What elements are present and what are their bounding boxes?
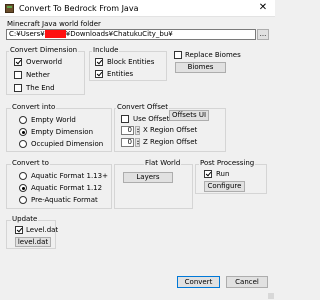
x-region-offset-input[interactable]: 0 bbox=[121, 126, 134, 135]
convert-offset-title: Convert Offset bbox=[116, 103, 169, 112]
world-folder-label: Minecraft Java world folder bbox=[7, 20, 101, 28]
aquatic-112-radio[interactable] bbox=[19, 184, 27, 192]
entities-label: Entities bbox=[107, 70, 134, 78]
replace-biomes-checkbox[interactable] bbox=[174, 51, 182, 59]
convert-button[interactable]: Convert bbox=[177, 276, 220, 288]
pre-aquatic-label: Pre-Aquatic Format bbox=[31, 196, 98, 204]
cancel-button[interactable]: Cancel bbox=[226, 276, 268, 288]
occupied-dimension-radio[interactable] bbox=[19, 140, 27, 148]
the-end-label: The End bbox=[26, 84, 55, 92]
flat-world-title: Flat World bbox=[144, 159, 182, 168]
biomes-button[interactable]: Biomes bbox=[175, 62, 226, 73]
leveldat-checkbox[interactable] bbox=[15, 226, 23, 234]
resize-grip-icon[interactable] bbox=[268, 293, 274, 299]
entities-checkbox[interactable] bbox=[95, 70, 103, 78]
overworld-checkbox[interactable] bbox=[14, 58, 22, 66]
close-icon[interactable]: ✕ bbox=[257, 2, 269, 14]
post-processing-title: Post Processing bbox=[199, 159, 256, 168]
pre-aquatic-radio[interactable] bbox=[19, 196, 27, 204]
update-title: Update bbox=[11, 215, 39, 224]
nether-label: Nether bbox=[26, 71, 50, 79]
use-offsets-checkbox[interactable] bbox=[121, 115, 129, 123]
leveldat-label: Level.dat bbox=[26, 226, 59, 234]
path-prefix: C:¥Users¥ bbox=[9, 30, 45, 38]
app-icon bbox=[5, 4, 14, 13]
empty-dimension-label: Empty Dimension bbox=[31, 128, 94, 136]
x-region-offset-label: X Region Offset bbox=[143, 126, 198, 134]
aquatic-112-label: Aquatic Format 1.12 bbox=[31, 184, 103, 192]
leveldat-button[interactable]: level.dat bbox=[15, 237, 51, 247]
layers-button[interactable]: Layers bbox=[123, 172, 173, 183]
convert-dimension-title: Convert Dimension bbox=[9, 46, 79, 55]
z-offset-spinner-icon[interactable] bbox=[135, 138, 140, 147]
title-bar[interactable]: Convert To Bedrock From Java ✕ bbox=[0, 0, 275, 17]
x-offset-spinner-icon[interactable] bbox=[135, 126, 140, 135]
browse-button[interactable]: ... bbox=[257, 29, 269, 40]
use-offsets-label: Use Offsets bbox=[133, 115, 173, 123]
occupied-dimension-label: Occupied Dimension bbox=[31, 140, 104, 148]
block-entities-label: Block Entities bbox=[107, 58, 155, 66]
overworld-label: Overworld bbox=[26, 58, 63, 66]
aquatic-113-radio[interactable] bbox=[19, 172, 27, 180]
configure-button[interactable]: Configure bbox=[204, 181, 245, 192]
block-entities-checkbox[interactable] bbox=[95, 58, 103, 66]
world-folder-path-input[interactable]: C:¥Users¥ ¥Downloads¥ChatukuCity_bu¥ bbox=[6, 29, 256, 40]
aquatic-113-label: Aquatic Format 1.13+ bbox=[31, 172, 108, 180]
nether-checkbox[interactable] bbox=[14, 71, 22, 79]
z-region-offset-label: Z Region Offset bbox=[143, 138, 198, 146]
convert-to-title: Convert to bbox=[11, 159, 50, 168]
the-end-checkbox[interactable] bbox=[14, 84, 22, 92]
redacted-username bbox=[44, 30, 66, 38]
empty-dimension-radio[interactable] bbox=[19, 128, 27, 136]
empty-world-radio[interactable] bbox=[19, 116, 27, 124]
run-checkbox[interactable] bbox=[204, 170, 212, 178]
flat-world-group bbox=[114, 164, 193, 209]
convert-into-title: Convert into bbox=[11, 103, 57, 112]
window-title: Convert To Bedrock From Java bbox=[19, 4, 139, 13]
offsets-ui-button[interactable]: Offsets UI bbox=[169, 110, 209, 121]
z-region-offset-input[interactable]: 0 bbox=[121, 138, 134, 147]
replace-biomes-label: Replace Biomes bbox=[185, 51, 241, 59]
empty-world-label: Empty World bbox=[31, 116, 76, 124]
run-label: Run bbox=[216, 170, 230, 178]
path-suffix: ¥Downloads¥ChatukuCity_bu¥ bbox=[65, 30, 173, 38]
include-title: Include bbox=[92, 46, 120, 55]
